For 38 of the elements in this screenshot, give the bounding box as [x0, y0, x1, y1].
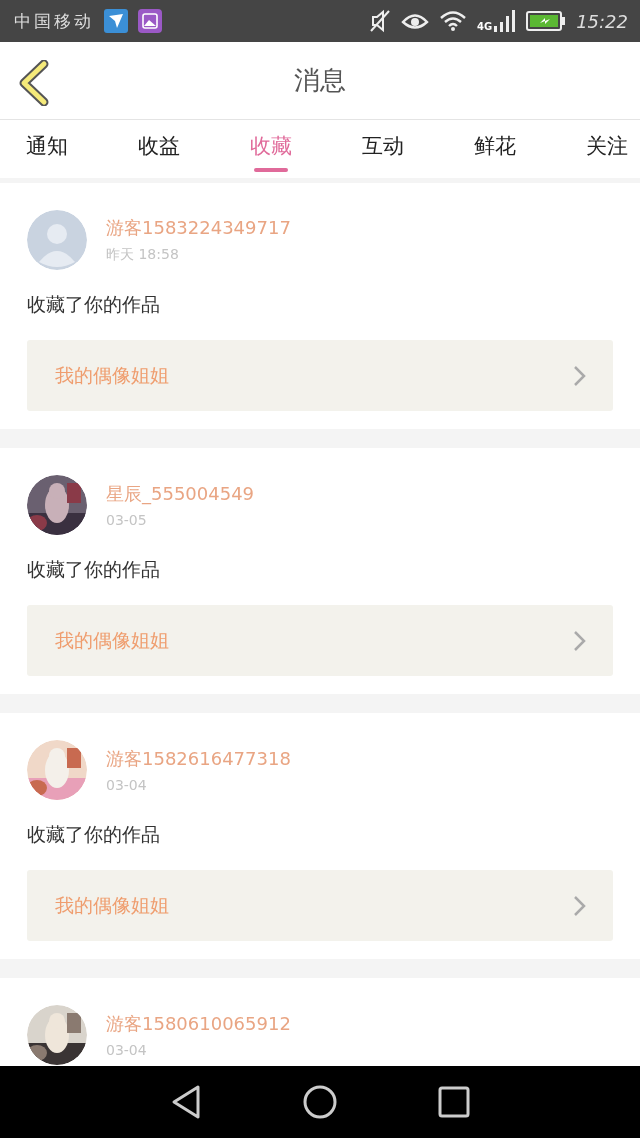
mute-icon [368, 9, 391, 33]
image-icon [138, 9, 162, 33]
clock-time: 15:22 [576, 10, 628, 32]
eye-icon [400, 11, 429, 31]
battery-icon [526, 11, 567, 31]
message-text: 收藏了你的作品 [27, 822, 161, 847]
back-icon[interactable] [170, 1084, 203, 1120]
tab[interactable]: 通知 [26, 120, 68, 178]
message-time: 03-04 [106, 777, 148, 793]
work-link[interactable]: 我的偶像姐姐 [27, 340, 613, 411]
home-icon[interactable] [303, 1085, 337, 1119]
page-title: 消息 [294, 64, 346, 97]
tab[interactable]: 收藏 [250, 120, 292, 178]
carrier-name: 中国移动 [14, 9, 94, 33]
message-time: 03-05 [106, 512, 148, 528]
work-link[interactable]: 我的偶像姐姐 [27, 605, 613, 676]
message-text: 收藏了你的作品 [27, 557, 161, 582]
user-name[interactable]: 游客1582616477318 [106, 747, 291, 771]
chevron-icon [573, 364, 587, 387]
tab[interactable]: 关注 [586, 120, 628, 178]
user-name[interactable]: 星辰_555004549 [106, 482, 255, 506]
chevron-icon [573, 629, 587, 652]
tab[interactable]: 收益 [138, 120, 180, 178]
work-link[interactable]: 我的偶像姐姐 [27, 870, 613, 941]
recent-apps-icon[interactable] [437, 1086, 470, 1118]
network-type: 4G [476, 21, 493, 32]
message-time: 昨天 18:58 [106, 246, 180, 264]
tab[interactable]: 互动 [362, 120, 404, 178]
chevron-icon [573, 894, 587, 917]
message-time: 03-04 [106, 1042, 148, 1058]
signal-icon [494, 10, 517, 32]
paper-plane-icon [104, 9, 128, 33]
tab[interactable]: 鲜花 [474, 120, 516, 178]
wifi-icon [438, 10, 467, 32]
default-avatar-icon [27, 210, 87, 270]
user-name[interactable]: 游客1580610065912 [106, 1012, 291, 1036]
user-name[interactable]: 游客1583224349717 [106, 216, 291, 240]
message-text: 收藏了你的作品 [27, 292, 161, 317]
